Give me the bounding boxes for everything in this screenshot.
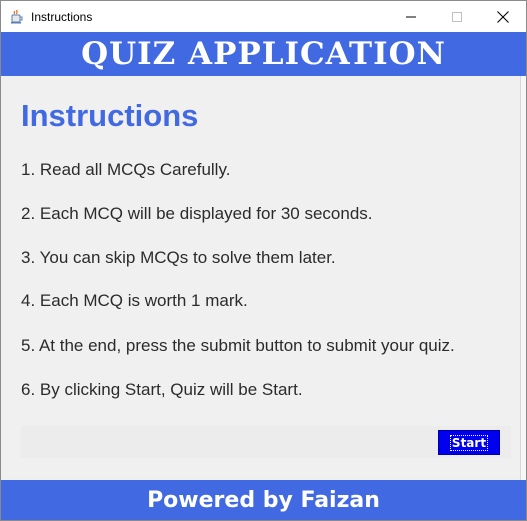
app-title: QUIZ APPLICATION	[81, 36, 446, 72]
instruction-item: 6. By clicking Start, Quiz will be Start…	[21, 380, 303, 399]
close-button[interactable]	[480, 1, 526, 32]
scrollbar[interactable]	[520, 76, 526, 480]
maximize-button[interactable]	[434, 1, 480, 32]
maximize-icon	[452, 11, 462, 22]
start-button-label: Start	[449, 434, 489, 451]
instruction-item: 5. At the end, press the submit button t…	[21, 336, 455, 355]
page-title: Instructions	[21, 98, 199, 133]
instructions-panel: Instructions 1. Read all MCQs Carefully.…	[1, 76, 526, 480]
instruction-item: 1. Read all MCQs Carefully.	[21, 160, 231, 179]
minimize-icon	[406, 16, 416, 17]
header-banner: QUIZ APPLICATION	[1, 32, 526, 76]
footer-credit: Powered by Faizan	[147, 487, 380, 513]
app-window: Instructions QUIZ APPLICATION Instructio…	[0, 0, 527, 521]
instruction-item: 4. Each MCQ is worth 1 mark.	[21, 291, 248, 310]
java-cup-icon	[9, 9, 25, 25]
start-button[interactable]: Start	[438, 430, 500, 455]
window-title: Instructions	[31, 9, 93, 24]
title-bar[interactable]: Instructions	[1, 1, 526, 32]
instruction-item: 3. You can skip MCQs to solve them later…	[21, 248, 336, 267]
footer-banner: Powered by Faizan	[1, 480, 526, 520]
minimize-button[interactable]	[388, 1, 434, 32]
close-icon	[497, 10, 509, 23]
instruction-item: 2. Each MCQ will be displayed for 30 sec…	[21, 204, 373, 223]
window-controls	[388, 1, 526, 32]
